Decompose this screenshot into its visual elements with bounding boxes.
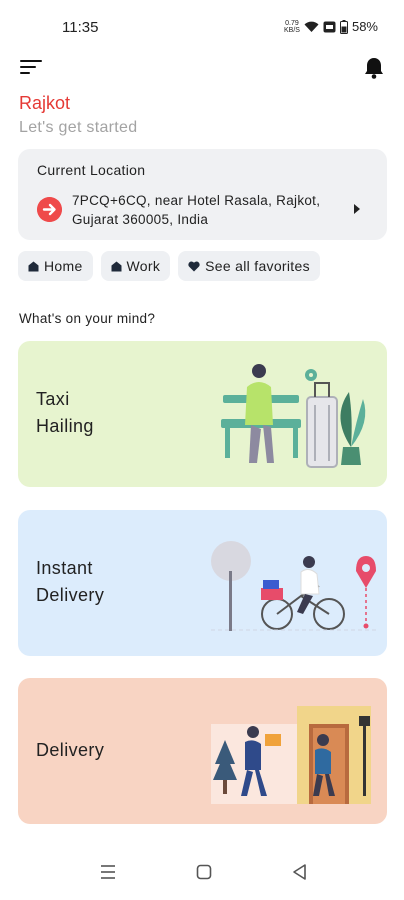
menu-line: [20, 66, 36, 69]
heart-icon: [188, 261, 200, 271]
service-label: Instant Delivery: [36, 558, 105, 605]
chip-label: See all favorites: [205, 258, 310, 274]
battery-icon: [339, 19, 348, 34]
location-address: 7PCQ+6CQ, near Hotel Rasala, Rajkot, Guj…: [72, 193, 321, 227]
service-label: Delivery: [36, 740, 105, 760]
current-location-card[interactable]: Current Location 7PCQ+6CQ, near Hotel Ra…: [18, 149, 387, 240]
menu-button[interactable]: [20, 58, 42, 76]
service-card-instant-delivery[interactable]: Instant Delivery: [18, 510, 387, 656]
delivery-illustration: [211, 706, 371, 804]
status-icons: 0.79 KB/S 58%: [284, 19, 378, 34]
city-name: Rajkot: [19, 93, 71, 113]
status-time: 11:35: [62, 19, 99, 36]
menu-line: [20, 60, 42, 63]
top-bar: [0, 56, 404, 86]
chip-work[interactable]: Work: [100, 251, 171, 281]
back-nav-icon[interactable]: [286, 858, 314, 886]
service-card-taxi-hailing[interactable]: Taxi Hailing: [18, 341, 387, 487]
location-label: Current Location: [37, 162, 146, 178]
service-label: Taxi Hailing: [36, 389, 94, 436]
system-nav-bar: [0, 844, 404, 900]
instant-delivery-illustration: [211, 541, 379, 631]
notification-bell-icon[interactable]: [362, 56, 386, 80]
battery-percent: 58%: [351, 19, 378, 34]
chip-label: Work: [126, 258, 161, 274]
chip-label: Home: [44, 258, 83, 274]
status-bar: 11:35 0.79 KB/S 58%: [0, 0, 404, 56]
page-subtitle: Let's get started: [19, 119, 138, 136]
chevron-right-icon: [354, 204, 360, 214]
arrow-right-icon: [37, 197, 62, 222]
service-card-delivery[interactable]: Delivery: [18, 678, 387, 824]
recent-apps-icon[interactable]: [94, 858, 122, 886]
network-speed: 0.79 KB/S: [283, 19, 300, 34]
favorites-chips: Home Work See all favorites: [18, 251, 320, 281]
home-icon: [28, 261, 39, 271]
home-nav-icon[interactable]: [190, 858, 218, 886]
work-icon: [111, 261, 122, 271]
chip-see-all-favorites[interactable]: See all favorites: [178, 251, 320, 281]
notification-badge-icon: [323, 21, 336, 32]
wifi-icon: [304, 21, 319, 32]
chip-home[interactable]: Home: [18, 251, 93, 281]
taxi-illustration: [221, 364, 366, 468]
menu-line: [20, 72, 30, 75]
section-title: What's on your mind?: [19, 311, 156, 326]
